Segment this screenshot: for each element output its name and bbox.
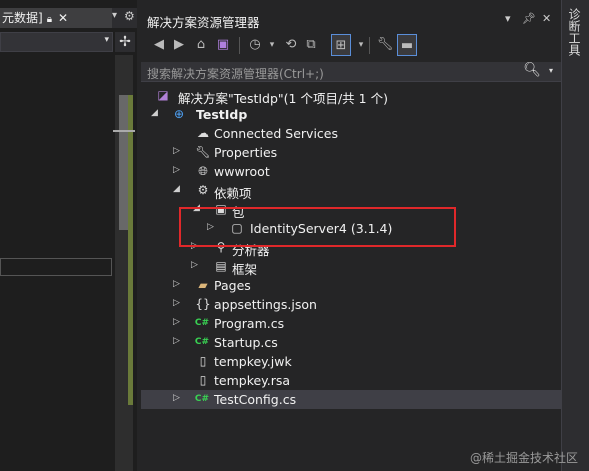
tree-item-label: Connected Services: [214, 126, 338, 141]
folder-icon: ▰: [198, 278, 208, 292]
panel-title: 解决方案资源管理器: [147, 15, 260, 30]
tree-item-label: tempkey.jwk: [214, 354, 292, 369]
tree-item-label: TestConfig.cs: [214, 392, 297, 407]
tree-item-label: TestIdp: [196, 107, 248, 122]
change-marker: [128, 95, 133, 405]
tree-item-properties[interactable]: ▷ 🔧︎ Properties: [141, 143, 561, 162]
tree-item-startup[interactable]: ▷ C# Startup.cs: [141, 333, 561, 352]
close-tab-icon[interactable]: ✕: [58, 11, 68, 25]
dependencies-icon: ⚙: [197, 183, 209, 197]
web-project-icon: ⊕: [173, 107, 185, 121]
json-file-icon: {}: [195, 297, 211, 311]
tree-item-label: tempkey.rsa: [214, 373, 291, 388]
editor-input-bar[interactable]: [0, 258, 112, 276]
highlight-box: [179, 207, 456, 247]
toolbar-separator: [239, 37, 240, 54]
expanded-arrow-icon[interactable]: ◢: [173, 184, 183, 194]
tree-item-wwwroot[interactable]: ▷ 🌐︎ wwwroot: [141, 162, 561, 181]
preview-icon[interactable]: ▬: [397, 34, 417, 56]
tree-item-testconfig[interactable]: ▷ C# TestConfig.cs: [141, 390, 561, 409]
chevron-down-icon[interactable]: ▾: [505, 12, 511, 25]
tree-item-pages[interactable]: ▷ ▰ Pages: [141, 276, 561, 295]
tree-item-label: Pages: [214, 278, 251, 293]
diagnostics-tool-tab[interactable]: 诊断工具: [561, 0, 589, 471]
chevron-down-icon[interactable]: ▾: [549, 66, 553, 75]
tree-item-program[interactable]: ▷ C# Program.cs: [141, 314, 561, 333]
watermark: @稀土掘金技术社区: [470, 451, 579, 465]
tree-item-label: wwwroot: [214, 164, 270, 179]
tree-item-tempkey-jwk[interactable]: ▯ tempkey.jwk: [141, 352, 561, 371]
show-all-files-icon[interactable]: ⊞: [331, 34, 351, 56]
collapsed-arrow-icon[interactable]: ▷: [191, 260, 201, 270]
toolbar-separator: [369, 37, 370, 54]
tree-item-connected-services[interactable]: ☁ Connected Services: [141, 124, 561, 143]
editor-tab[interactable]: 元数据] 🔒︎ ✕: [0, 8, 112, 28]
lock-icon[interactable]: 🔒︎: [47, 14, 52, 25]
tree-item-appsettings[interactable]: ▷ {} appsettings.json: [141, 295, 561, 314]
chevron-down-icon[interactable]: ▾: [112, 10, 117, 21]
tree-item-frameworks[interactable]: ▷ ▤ 框架: [141, 257, 561, 277]
editor-tab-label: 元数据]: [2, 11, 43, 25]
switch-views-icon[interactable]: ▣: [213, 34, 233, 56]
collapsed-arrow-icon[interactable]: ▷: [173, 279, 183, 289]
collapsed-arrow-icon[interactable]: ▷: [173, 165, 183, 175]
connected-services-icon: ☁: [197, 126, 209, 140]
file-icon: ▯: [199, 354, 207, 368]
csharp-file-icon: C#: [194, 394, 210, 404]
scroll-position-marker: [113, 130, 135, 132]
globe-icon: 🌐︎: [198, 164, 208, 178]
search-placeholder: 搜索解决方案资源管理器(Ctrl+;): [147, 67, 324, 81]
pin-icon[interactable]: 📌︎: [522, 12, 536, 25]
collapsed-arrow-icon[interactable]: ▷: [173, 317, 183, 327]
collapsed-arrow-icon[interactable]: ▷: [173, 146, 183, 156]
tree-item-tempkey-rsa[interactable]: ▯ tempkey.rsa: [141, 371, 561, 390]
solution-icon: ◪: [157, 88, 169, 102]
sync-icon[interactable]: ⟲: [281, 34, 301, 56]
back-icon[interactable]: ◀: [149, 34, 169, 56]
close-icon[interactable]: ✕: [542, 12, 551, 25]
solution-explorer-panel: 解决方案资源管理器 ▾ 📌︎ ✕ ◀ ▶ ⌂ ▣ ◷ ▾ ⟲ ⧉ ⊞ ▾ 🔧︎ …: [141, 0, 561, 471]
tree-item-solution[interactable]: ◪ 解决方案"TestIdp"(1 个项目/共 1 个): [141, 86, 561, 106]
collapsed-arrow-icon[interactable]: ▷: [173, 393, 183, 403]
tree-item-label: Properties: [214, 145, 278, 160]
search-input[interactable]: 搜索解决方案资源管理器(Ctrl+;) 🔍︎ ▾: [141, 62, 561, 82]
collapse-all-icon[interactable]: ⧉: [301, 34, 321, 56]
chevron-down-icon: ▾: [104, 35, 109, 45]
solution-toolbar: ◀ ▶ ⌂ ▣ ◷ ▾ ⟲ ⧉ ⊞ ▾ 🔧︎ ▬: [141, 34, 561, 58]
tree-item-label: appsettings.json: [214, 297, 317, 312]
wrench-icon: 🔧︎: [195, 145, 211, 159]
tree-item-dependencies[interactable]: ◢ ⚙ 依赖项: [141, 181, 561, 201]
csharp-file-icon: C#: [194, 318, 210, 328]
expanded-arrow-icon[interactable]: ◢: [151, 108, 161, 118]
csharp-file-icon: C#: [194, 337, 210, 347]
chevron-down-icon[interactable]: ▾: [351, 34, 371, 56]
collapsed-arrow-icon[interactable]: ▷: [173, 336, 183, 346]
home-icon[interactable]: ⌂: [191, 34, 211, 56]
navigation-dropdown[interactable]: ▾: [0, 32, 113, 52]
collapsed-arrow-icon[interactable]: ▷: [173, 298, 183, 308]
panel-title-bar: 解决方案资源管理器 ▾ 📌︎ ✕: [141, 8, 561, 32]
framework-icon: ▤: [215, 259, 227, 273]
properties-wrench-icon[interactable]: 🔧︎: [375, 34, 395, 56]
chevron-down-icon[interactable]: ▾: [262, 34, 282, 56]
diagnostics-tool-label: 诊断工具: [567, 8, 581, 56]
tree-item-label: Program.cs: [214, 316, 285, 331]
gear-icon[interactable]: ⚙: [124, 9, 135, 23]
tree-item-label: Startup.cs: [214, 335, 278, 350]
split-editor-button[interactable]: ✢: [115, 32, 135, 52]
tree-item-project[interactable]: ◢ ⊕ TestIdp: [141, 105, 561, 124]
forward-icon[interactable]: ▶: [169, 34, 189, 56]
editor-tab-bar: 元数据] 🔒︎ ✕ ▾ ⚙: [0, 8, 137, 28]
file-icon: ▯: [199, 373, 207, 387]
search-icon[interactable]: 🔍︎: [523, 62, 541, 78]
